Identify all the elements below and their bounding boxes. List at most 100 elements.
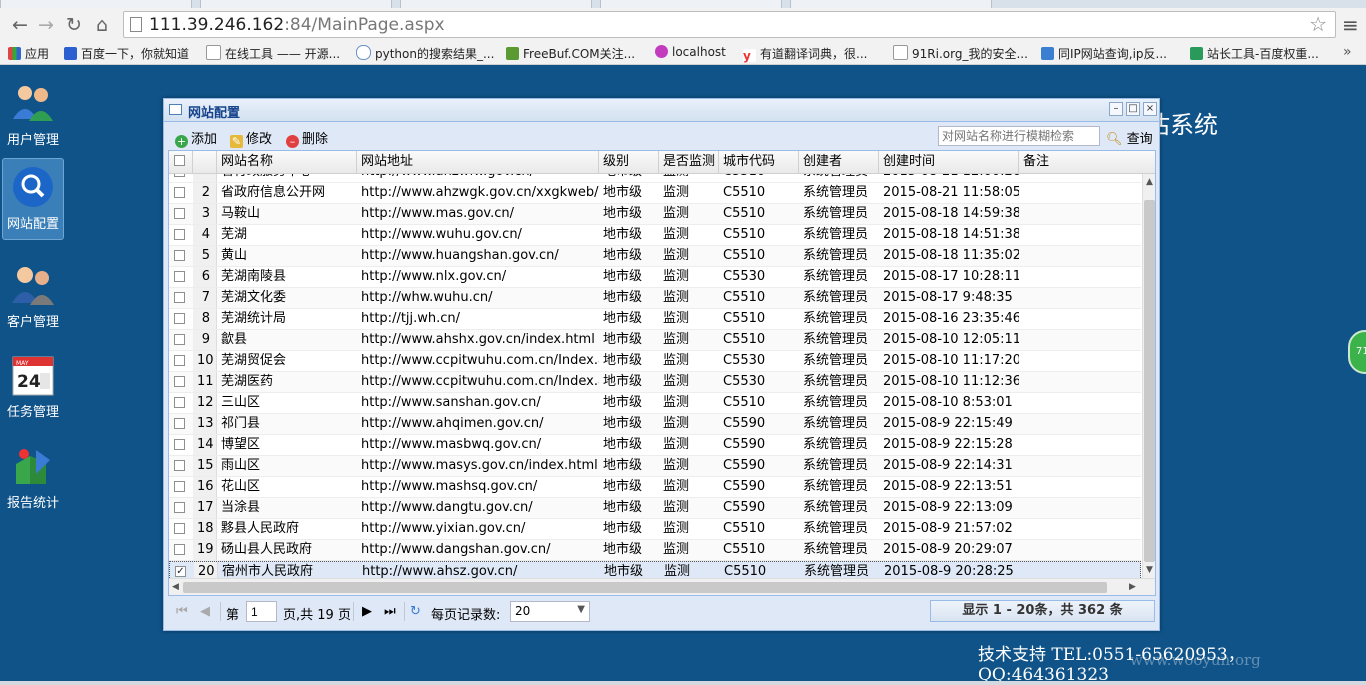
delete-button[interactable]: – 删除: [286, 128, 328, 148]
row-checkbox-cell[interactable]: [169, 183, 193, 203]
row-checkbox-cell[interactable]: [169, 519, 193, 539]
first-page-icon[interactable]: ⏮: [176, 604, 188, 619]
scroll-right-icon[interactable]: ▶: [1129, 582, 1136, 592]
sidebar-item-clients[interactable]: 客户管理: [2, 257, 64, 339]
scroll-down-icon[interactable]: ▼: [1146, 565, 1153, 575]
row-checkbox[interactable]: [174, 334, 185, 345]
column-header-monitor[interactable]: 是否监测: [659, 151, 719, 173]
row-checkbox[interactable]: [174, 292, 185, 303]
chevron-down-icon[interactable]: ▼: [577, 604, 585, 615]
bookmark-apps[interactable]: 应用: [8, 45, 49, 62]
sidebar-item-users[interactable]: 用户管理: [2, 75, 64, 157]
page-size-select[interactable]: 20 ▼: [510, 601, 590, 622]
column-header-remark[interactable]: 备注: [1019, 151, 1155, 173]
row-checkbox[interactable]: [174, 187, 185, 198]
row-checkbox[interactable]: [174, 397, 185, 408]
search-button[interactable]: 🔍︎ 查询: [1106, 128, 1153, 147]
row-checkbox-cell[interactable]: [169, 309, 193, 329]
last-page-icon[interactable]: ⏭: [384, 604, 396, 619]
forward-icon[interactable]: →: [34, 13, 58, 37]
row-checkbox[interactable]: ✓: [175, 566, 186, 577]
row-checkbox[interactable]: [174, 355, 185, 366]
table-row[interactable]: ✓ 20 宿州市人民政府 http://www.ahsz.gov.cn/地市级 监测 C5…: [169, 561, 1141, 578]
table-row[interactable]: 15 雨山区 http://www.masys.gov.cn/index.html 地…: [169, 456, 1141, 477]
bookmark-item[interactable]: 91Ri.org_我的安全...: [893, 45, 1028, 62]
home-icon[interactable]: ⌂: [90, 13, 114, 37]
reload-icon[interactable]: ↻: [62, 13, 86, 37]
address-url[interactable]: 111.39.246.162:84/MainPage.aspx: [149, 15, 445, 35]
bookmark-item[interactable]: python的搜索结果_...: [356, 45, 494, 62]
row-checkbox[interactable]: [174, 376, 185, 387]
row-checkbox[interactable]: [174, 481, 185, 492]
select-all-checkbox[interactable]: [174, 155, 185, 166]
window-titlebar[interactable]: 网站配置 – □ ×: [164, 99, 1159, 122]
edit-button[interactable]: ✎ 修改: [230, 128, 272, 148]
row-checkbox[interactable]: [174, 523, 185, 534]
row-checkbox-cell[interactable]: [169, 351, 193, 371]
column-header-creator[interactable]: 创建者: [799, 151, 879, 173]
prev-page-icon[interactable]: ◀: [200, 604, 210, 619]
sidebar-item-site-config[interactable]: 网站配置: [2, 158, 64, 240]
row-checkbox-cell[interactable]: [169, 540, 193, 560]
row-checkbox[interactable]: [174, 174, 185, 177]
column-header-time[interactable]: 创建时间: [879, 151, 1019, 173]
scroll-thumb[interactable]: [183, 582, 1107, 593]
bookmark-item[interactable]: y 有道翻译词典，很...: [743, 45, 867, 63]
table-row[interactable]: 8 芜湖统计局 http://tjj.wh.cn/地市级 监测 C5510 系统管理员 20…: [169, 309, 1141, 330]
table-row[interactable]: 19 砀山县人民政府 http://www.dangshan.gov.cn/地市级 监…: [169, 540, 1141, 561]
row-checkbox-cell[interactable]: ✓: [170, 562, 194, 578]
minimize-icon[interactable]: –: [1109, 102, 1123, 116]
table-row[interactable]: 11 芜湖医药 http://www.ccpitwuhu.com.cn/Index.…: [169, 372, 1141, 393]
bookmark-item[interactable]: 同IP网站查询,ip反...: [1041, 45, 1167, 62]
refresh-icon[interactable]: ↻: [410, 604, 421, 619]
floating-badge[interactable]: 71: [1348, 330, 1366, 374]
row-checkbox[interactable]: [174, 460, 185, 471]
row-checkbox[interactable]: [174, 271, 185, 282]
select-all-header[interactable]: [169, 151, 193, 173]
column-header-url[interactable]: 网站地址: [357, 151, 599, 173]
vertical-scrollbar[interactable]: ▲ ▼: [1142, 174, 1155, 578]
table-row[interactable]: 9 歙县 http://www.ahshx.gov.cn/index.html 地市级…: [169, 330, 1141, 351]
row-checkbox-cell[interactable]: [169, 288, 193, 308]
row-checkbox-cell[interactable]: [169, 477, 193, 497]
scroll-left-icon[interactable]: ◀: [172, 582, 179, 592]
row-checkbox-cell[interactable]: [169, 498, 193, 518]
column-header-city[interactable]: 城市代码: [719, 151, 799, 173]
table-row[interactable]: 17 当涂县 http://www.dangtu.gov.cn/地市级 监测 C5590…: [169, 498, 1141, 519]
table-row[interactable]: 10 芜湖贸促会 http://www.ccpitwuhu.com.cn/Index…: [169, 351, 1141, 372]
row-checkbox-cell[interactable]: [169, 330, 193, 350]
row-checkbox-cell[interactable]: [169, 204, 193, 224]
row-checkbox-cell[interactable]: [169, 372, 193, 392]
table-row[interactable]: 省行政服务中心 http://www.ahzwfw.gov.cn/ 地市级 监测…: [169, 174, 1141, 183]
page-number-input[interactable]: [246, 601, 277, 622]
sidebar-item-reports[interactable]: 报告统计: [2, 438, 64, 520]
row-checkbox[interactable]: [174, 250, 185, 261]
table-row[interactable]: 18 黟县人民政府 http://www.yixian.gov.cn/地市级 监测 C5…: [169, 519, 1141, 540]
table-row[interactable]: 13 祁门县 http://www.ahqimen.gov.cn/地市级 监测 C559…: [169, 414, 1141, 435]
row-checkbox-cell[interactable]: [169, 414, 193, 434]
row-checkbox-cell[interactable]: [169, 225, 193, 245]
table-row[interactable]: 14 博望区 http://www.masbwq.gov.cn/地市级 监测 C5590…: [169, 435, 1141, 456]
next-page-icon[interactable]: ▶: [362, 604, 372, 619]
row-checkbox[interactable]: [174, 418, 185, 429]
row-checkbox[interactable]: [174, 229, 185, 240]
table-row[interactable]: 3 马鞍山 http://www.mas.gov.cn/地市级 监测 C5510 系统管理…: [169, 204, 1141, 225]
row-checkbox-cell[interactable]: [169, 267, 193, 287]
table-row[interactable]: 4 芜湖 http://www.wuhu.gov.cn/地市级 监测 C5510 系统管理…: [169, 225, 1141, 246]
menu-icon[interactable]: ≡: [1342, 13, 1359, 37]
bookmark-item[interactable]: 百度一下，你就知道: [64, 45, 189, 62]
horizontal-scrollbar[interactable]: ◀ ▶: [169, 578, 1155, 595]
bookmark-item[interactable]: 站长工具-百度权重...: [1190, 45, 1319, 62]
table-row[interactable]: 5 黄山 http://www.huangshan.gov.cn/地市级 监测 C551…: [169, 246, 1141, 267]
row-checkbox[interactable]: [174, 313, 185, 324]
bookmark-item[interactable]: 在线工具 —— 开源...: [206, 45, 340, 62]
table-row[interactable]: 16 花山区 http://www.mashsq.gov.cn/地市级 监测 C5590…: [169, 477, 1141, 498]
row-checkbox[interactable]: [174, 502, 185, 513]
row-checkbox[interactable]: [174, 544, 185, 555]
back-icon[interactable]: ←: [8, 13, 32, 37]
add-button[interactable]: + 添加: [175, 128, 217, 148]
bookmark-item[interactable]: FreeBuf.COM关注...: [506, 45, 635, 62]
bookmark-item[interactable]: localhost: [655, 45, 726, 59]
maximize-icon[interactable]: □: [1126, 102, 1140, 116]
row-checkbox-cell[interactable]: [169, 456, 193, 476]
